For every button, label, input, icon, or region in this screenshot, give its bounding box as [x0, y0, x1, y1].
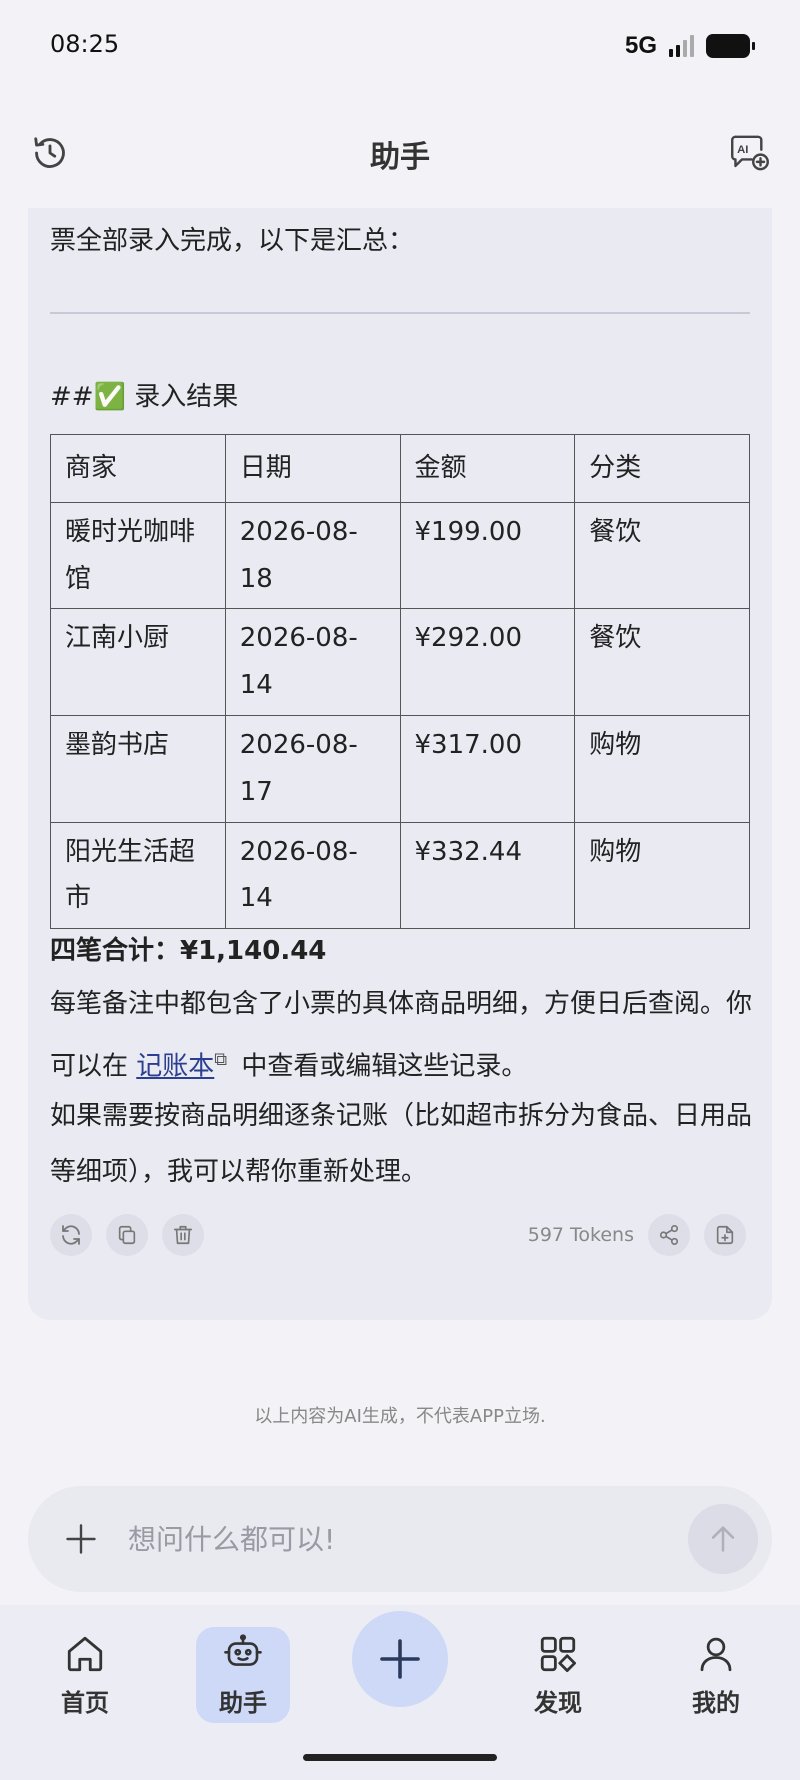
table-row: 阳光生活超市 2026-08-14 ¥332.44 购物	[50, 821, 750, 930]
export-file-icon[interactable]	[704, 1214, 746, 1256]
share-icon[interactable]	[648, 1214, 690, 1256]
status-indicators: 5G	[624, 32, 755, 60]
table-row: 暖时光咖啡馆 2026-08-18 ¥199.00 餐饮	[50, 501, 750, 610]
home-icon	[67, 1636, 103, 1672]
ledger-link[interactable]: 记账本	[136, 1052, 214, 1082]
total-summary: 四笔合计：¥1,140.44	[50, 936, 327, 966]
cell-category: 购物	[574, 821, 750, 930]
plus-icon	[380, 1639, 420, 1679]
cell-category: 购物	[574, 714, 750, 823]
nav-discover[interactable]: 发现	[513, 1633, 603, 1725]
add-button[interactable]	[352, 1611, 448, 1707]
user-icon	[700, 1637, 732, 1672]
cell-category: 餐饮	[574, 608, 750, 716]
nav-discover-label: 发现	[534, 1689, 582, 1717]
column-header-date: 日期	[224, 434, 401, 503]
message-paragraph: 每笔备注中都包含了小票的具体商品明细，方便日后查阅。你可以在 记账本⧉ 中查看或…	[50, 976, 760, 1095]
cell-category: 餐饮	[574, 501, 750, 610]
chat-input-bar	[28, 1486, 772, 1592]
cell-date: 2026-08-17	[224, 714, 401, 823]
column-header-category: 分类	[574, 434, 750, 503]
cell-amount: ¥317.00	[399, 714, 576, 823]
message-intro: 票全部录入完成，以下是汇总：	[50, 226, 415, 256]
status-bar: 08:25 5G	[0, 0, 800, 90]
nav-assistant[interactable]: 助手	[196, 1627, 290, 1723]
message-actions	[50, 1214, 204, 1256]
assistant-message-card: 票全部录入完成，以下是汇总： ##✅ 录入结果 商家 日期 金额 分类 暖时光咖…	[28, 208, 772, 1320]
copy-icon[interactable]	[106, 1214, 148, 1256]
cell-date: 2026-08-14	[224, 608, 401, 716]
chat-input[interactable]	[128, 1516, 608, 1562]
divider	[50, 312, 750, 314]
external-link-icon[interactable]: ⧉	[214, 1032, 227, 1088]
regenerate-icon[interactable]	[50, 1214, 92, 1256]
ai-disclaimer: 以上内容为AI生成，不代表APP立场.	[254, 1406, 546, 1427]
cell-amount: ¥199.00	[399, 501, 576, 610]
table-header-row: 商家 日期 金额 分类	[50, 434, 750, 503]
discover-grid-icon	[540, 1636, 577, 1673]
network-label: 5G	[624, 32, 657, 59]
delete-icon[interactable]	[162, 1214, 204, 1256]
nav-mine[interactable]: 我的	[671, 1633, 761, 1725]
cell-merchant: 江南小厨	[50, 608, 226, 716]
nav-home[interactable]: 首页	[40, 1633, 130, 1725]
add-attachment-icon[interactable]	[56, 1514, 106, 1564]
cell-amount: ¥332.44	[399, 821, 576, 930]
status-time: 08:25	[50, 30, 120, 58]
page-title: 助手	[370, 140, 430, 175]
cell-merchant: 阳光生活超市	[50, 821, 226, 930]
home-indicator	[303, 1754, 497, 1761]
cell-merchant: 暖时光咖啡馆	[50, 501, 226, 610]
ai-chat-add-icon[interactable]: AI	[725, 128, 775, 178]
records-table: 商家 日期 金额 分类 暖时光咖啡馆 2026-08-18 ¥199.00 餐饮…	[50, 434, 750, 930]
nav-home-label: 首页	[61, 1689, 109, 1717]
header: 助手 AI	[0, 110, 800, 190]
column-header-amount: 金额	[399, 434, 576, 503]
cell-amount: ¥292.00	[399, 608, 576, 716]
cell-date: 2026-08-18	[224, 501, 401, 610]
send-button[interactable]	[688, 1504, 758, 1574]
svg-text:AI: AI	[737, 144, 748, 156]
battery-icon	[706, 34, 755, 58]
message-paragraph: 如果需要按商品明细逐条记账（比如超市拆分为食品、日用品等细项），我可以帮你重新处…	[50, 1101, 753, 1187]
column-header-merchant: 商家	[50, 434, 226, 503]
cell-date: 2026-08-14	[224, 821, 401, 930]
cell-merchant: 墨韵书店	[50, 714, 226, 823]
nav-assistant-label: 助手	[219, 1689, 267, 1717]
robot-icon	[224, 1634, 262, 1666]
token-count: 597 Tokens	[527, 1224, 634, 1246]
message-heading: ##✅ 录入结果	[50, 382, 239, 412]
table-row: 江南小厨 2026-08-14 ¥292.00 餐饮	[50, 608, 750, 716]
paragraph-text: 中查看或编辑这些记录。	[233, 1051, 528, 1082]
nav-mine-label: 我的	[692, 1689, 740, 1717]
signal-icon	[669, 35, 694, 57]
message-actions-right: 597 Tokens	[528, 1214, 746, 1256]
table-row: 墨韵书店 2026-08-17 ¥317.00 购物	[50, 714, 750, 823]
